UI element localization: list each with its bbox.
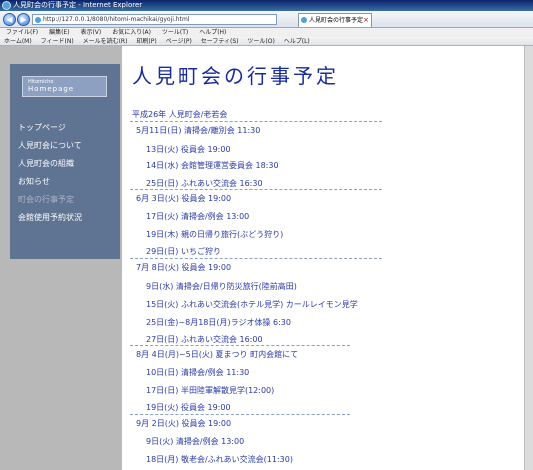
close-tab-icon[interactable]: × — [363, 14, 369, 27]
print-button[interactable]: 印刷(P) — [136, 38, 156, 45]
address-url: http://127.0.0.1/8080/hitomi-machikai/gy… — [43, 16, 190, 23]
browser-tab[interactable]: 人見町会の行事予定 × — [298, 13, 372, 27]
site-logo[interactable]: Hitomicho Homepage — [22, 76, 107, 97]
menu-file[interactable]: ファイル(F) — [6, 29, 38, 36]
schedule-item: 27日(日) ふれあい交流会 16:00 — [146, 335, 263, 344]
schedule-item: 25日(金)~8月18日(月)ラジオ体操 6:30 — [146, 318, 291, 327]
page-title: 人見町会の行事予定 — [132, 64, 339, 88]
command-bar: ホーム(M) フィード(N) メールを読む(R) 印刷(P) ページ(P) セー… — [0, 37, 533, 46]
address-bar: ◀ ▶ http://127.0.0.1/8080/hitomi-machika… — [0, 11, 533, 28]
schedule-item: 5月11日(日) 清掃会/離別会 11:30 — [136, 126, 261, 135]
schedule-item: 29日(日) いちご狩り — [146, 247, 221, 256]
nav-events-current: 町会の行事予定 — [18, 195, 74, 204]
side-nav: トップページ 人見町会について 人見町会の組織 お知らせ 町会の行事予定 会館使… — [18, 119, 82, 227]
schedule-item: 9日(火) 清掃会/例会 13:00 — [146, 437, 245, 446]
menu-edit[interactable]: 編集(E) — [49, 29, 69, 36]
divider — [130, 258, 382, 259]
safety-button[interactable]: セーフティ(S) — [201, 38, 239, 45]
divider — [130, 414, 350, 415]
menu-favorites[interactable]: お気に入り(A) — [112, 29, 151, 36]
forward-button[interactable]: ▶ — [17, 13, 30, 26]
tab-icon — [301, 17, 307, 23]
vertical-scrollbar[interactable] — [524, 46, 533, 470]
schedule-item: 19日(木) 親の日帰り旅行(ぶどう狩り) — [146, 230, 284, 239]
window-title: 人見町会の行事予定 - Internet Explorer — [13, 1, 143, 9]
nav-hall-booking[interactable]: 会館使用予約状況 — [18, 209, 82, 227]
schedule-item: 13日(火) 役員会 19:00 — [146, 145, 231, 154]
page-button[interactable]: ページ(P) — [166, 38, 192, 45]
menu-view[interactable]: 表示(V) — [80, 29, 101, 36]
help-button[interactable]: ヘルプ(L) — [284, 38, 310, 45]
divider — [130, 121, 382, 122]
menu-help[interactable]: ヘルプ(H) — [199, 29, 226, 36]
schedule-item: 17日(火) 清掃会/例会 13:00 — [146, 212, 250, 221]
schedule-item: 15日(火) ふれあい交流会(ホテル見学) カールレイモン見学 — [146, 300, 358, 309]
address-input[interactable]: http://127.0.0.1/8080/hitomi-machikai/gy… — [32, 14, 277, 25]
menu-bar: ファイル(F) 編集(E) 表示(V) お気に入り(A) ツール(T) ヘルプ(… — [0, 28, 533, 37]
menu-tools[interactable]: ツール(T) — [162, 29, 188, 36]
page-viewport: Hitomicho Homepage トップページ 人見町会について 人見町会の… — [0, 46, 533, 470]
schedule-item: 17日(日) 半田陸軍解散見学(12:00) — [146, 386, 275, 395]
schedule-item: 9日(水) 清掃会/日帰り防災旅行(陸前高田) — [146, 282, 297, 291]
divider — [130, 345, 350, 346]
nav-about[interactable]: 人見町会について — [18, 137, 82, 155]
read-mail-button[interactable]: メールを読む(R) — [83, 38, 128, 45]
schedule-item: 25日(日) ふれあい交流会 16:30 — [146, 179, 263, 188]
schedule-item: 14日(水) 会館管理運営委員会 18:30 — [146, 161, 279, 170]
schedule-item: 19日(火) 役員会 19:00 — [146, 403, 231, 412]
nav-news[interactable]: お知らせ — [18, 173, 82, 191]
window-titlebar: 人見町会の行事予定 - Internet Explorer — [0, 0, 533, 11]
tab-title: 人見町会の行事予定 — [309, 17, 364, 24]
divider — [130, 189, 382, 190]
nav-top[interactable]: トップページ — [18, 119, 82, 137]
schedule-item: 10日(日) 清掃会/例会 11:30 — [146, 368, 250, 377]
schedule-item: 7月 8日(火) 役員会 19:00 — [136, 263, 232, 272]
schedule-item: 8月 4日(月)~5日(火) 夏まつり 町内会館にて — [136, 350, 299, 359]
main-content: 人見町会の行事予定 平成26年 人見町会/老若会 5月11日(日) 清掃会/離別… — [122, 46, 524, 470]
schedule-item: 6月 3日(火) 役員会 19:00 — [136, 194, 232, 203]
ie-icon — [2, 1, 11, 10]
period-label: 平成26年 人見町会/老若会 — [132, 110, 228, 119]
back-button[interactable]: ◀ — [3, 13, 16, 26]
schedule-item: 9月 2日(火) 役員会 19:00 — [136, 419, 232, 428]
logo-line2: Homepage — [28, 85, 75, 93]
sidebar: Hitomicho Homepage トップページ 人見町会について 人見町会の… — [10, 64, 120, 259]
home-button[interactable]: ホーム(M) — [4, 38, 32, 45]
tools-button[interactable]: ツール(O) — [247, 38, 274, 45]
nav-organization[interactable]: 人見町会の組織 — [18, 155, 82, 173]
feeds-button[interactable]: フィード(N) — [41, 38, 74, 45]
page-icon — [35, 17, 41, 23]
schedule-item: 18日(月) 敬老会/ふれあい交流会(11:30) — [146, 455, 293, 464]
